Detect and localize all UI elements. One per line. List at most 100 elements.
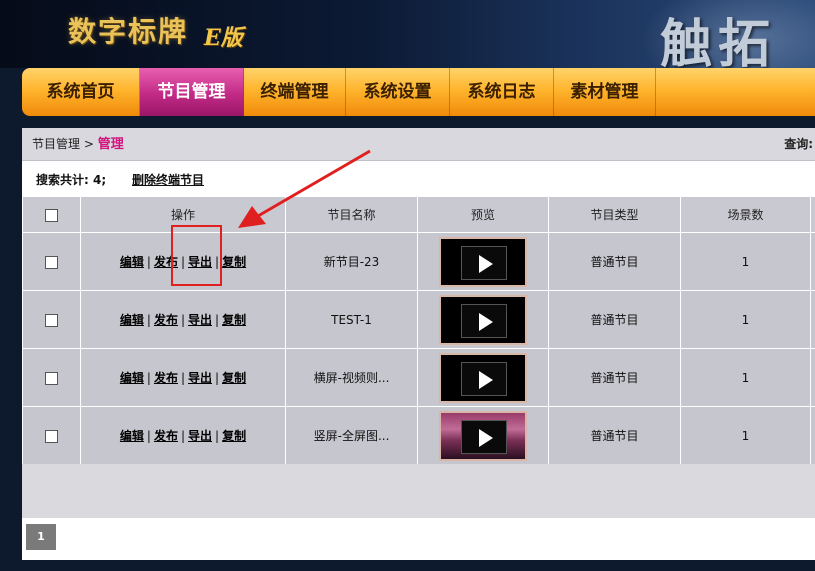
row-checkbox[interactable] bbox=[45, 429, 58, 443]
program-name: 新节目-23 bbox=[285, 232, 418, 291]
table-row: 编辑 | 发布 | 导出 | 复制 新节目-23 普通节目 1 bbox=[22, 232, 815, 291]
ops-separator: | bbox=[180, 313, 186, 327]
main-nav: 系统首页 节目管理 终端管理 系统设置 系统日志 素材管理 bbox=[22, 68, 815, 116]
nav-item-settings[interactable]: 系统设置 bbox=[346, 68, 450, 116]
breadcrumb-bar: 节目管理 > 管理 查询: bbox=[22, 128, 815, 161]
program-name: TEST-1 bbox=[285, 290, 418, 349]
program-table: 操作 节目名称 预览 节目类型 场景数 编辑 | 发布 | 导出 | 复制 新节目-23 普… bbox=[22, 196, 815, 465]
col-header-ops: 操作 bbox=[80, 196, 286, 233]
preview-thumbnail[interactable] bbox=[439, 236, 527, 287]
col-header-name: 节目名称 bbox=[285, 196, 418, 233]
copy-link[interactable]: 复制 bbox=[222, 255, 246, 269]
edit-link[interactable]: 编辑 bbox=[120, 313, 144, 327]
row-select-cell bbox=[22, 406, 81, 465]
play-icon[interactable] bbox=[461, 303, 507, 338]
row-select-cell bbox=[22, 232, 81, 291]
program-name: 横屏-视频则... bbox=[285, 348, 418, 407]
header: 数字标牌 E版 触拓 bbox=[0, 0, 815, 68]
row-checkbox[interactable] bbox=[45, 255, 58, 269]
ops-separator: | bbox=[146, 371, 151, 385]
program-type: 普通节目 bbox=[548, 406, 681, 465]
ops-separator: | bbox=[215, 429, 220, 443]
copy-link[interactable]: 复制 bbox=[222, 429, 246, 443]
table-header-row: 操作 节目名称 预览 节目类型 场景数 bbox=[22, 196, 815, 233]
extra-cell bbox=[810, 406, 815, 465]
ops-separator: | bbox=[215, 255, 220, 269]
copy-link[interactable]: 复制 bbox=[222, 313, 246, 327]
publish-link[interactable]: 发布 bbox=[154, 255, 178, 269]
company-logo: 触拓 bbox=[660, 14, 777, 68]
query-label: 查询: bbox=[784, 137, 813, 151]
preview-cell bbox=[417, 290, 549, 349]
program-name: 竖屏-全屏图... bbox=[285, 406, 418, 465]
program-type: 普通节目 bbox=[548, 232, 681, 291]
nav-item-program[interactable]: 节目管理 bbox=[140, 68, 244, 116]
play-icon[interactable] bbox=[461, 361, 507, 396]
program-type: 普通节目 bbox=[548, 290, 681, 349]
nav-item-home[interactable]: 系统首页 bbox=[22, 68, 140, 116]
table-empty-area bbox=[22, 464, 815, 518]
nav-item-materials[interactable]: 素材管理 bbox=[554, 68, 656, 116]
info-bar: 搜索共计: 4; 删除终端节目 bbox=[22, 164, 815, 196]
extra-cell bbox=[810, 348, 815, 407]
nav-item-terminal[interactable]: 终端管理 bbox=[244, 68, 346, 116]
export-link[interactable]: 导出 bbox=[188, 429, 212, 443]
preview-cell bbox=[417, 406, 549, 465]
breadcrumb-parent[interactable]: 节目管理 bbox=[32, 137, 80, 151]
ops-cell: 编辑 | 发布 | 导出 | 复制 bbox=[80, 232, 286, 291]
ops-cell: 编辑 | 发布 | 导出 | 复制 bbox=[80, 348, 286, 407]
extra-cell bbox=[810, 232, 815, 291]
publish-link[interactable]: 发布 bbox=[154, 371, 178, 385]
preview-thumbnail[interactable] bbox=[439, 294, 527, 345]
preview-cell bbox=[417, 348, 549, 407]
ops-separator: | bbox=[146, 429, 151, 443]
row-select-cell bbox=[22, 290, 81, 349]
publish-link[interactable]: 发布 bbox=[154, 313, 178, 327]
publish-link[interactable]: 发布 bbox=[154, 429, 178, 443]
row-checkbox[interactable] bbox=[45, 313, 58, 327]
row-checkbox[interactable] bbox=[45, 371, 58, 385]
edit-link[interactable]: 编辑 bbox=[120, 371, 144, 385]
breadcrumb-current: 管理 bbox=[97, 137, 124, 152]
row-select-cell bbox=[22, 348, 81, 407]
brand-title: 数字标牌 bbox=[68, 15, 189, 48]
ops-cell: 编辑 | 发布 | 导出 | 复制 bbox=[80, 290, 286, 349]
brand-edition: E版 bbox=[204, 25, 243, 51]
export-link[interactable]: 导出 bbox=[188, 371, 212, 385]
delete-terminal-program-link[interactable]: 删除终端节目 bbox=[132, 164, 204, 196]
breadcrumb: 节目管理 > 管理 bbox=[32, 128, 124, 161]
col-header-scenes: 场景数 bbox=[680, 196, 811, 233]
ops-separator: | bbox=[215, 313, 220, 327]
nav-item-logs[interactable]: 系统日志 bbox=[450, 68, 554, 116]
edit-link[interactable]: 编辑 bbox=[120, 255, 144, 269]
export-link[interactable]: 导出 bbox=[188, 255, 212, 269]
edit-link[interactable]: 编辑 bbox=[120, 429, 144, 443]
copy-link[interactable]: 复制 bbox=[222, 371, 246, 385]
pagination-bar: 1 bbox=[22, 518, 815, 560]
page-button[interactable]: 1 bbox=[26, 524, 56, 550]
ops-separator: | bbox=[146, 255, 151, 269]
ops-separator: | bbox=[180, 429, 186, 443]
scene-count: 1 bbox=[680, 406, 811, 465]
table-row: 编辑 | 发布 | 导出 | 复制 TEST-1 普通节目 1 bbox=[22, 290, 815, 349]
ops-separator: | bbox=[146, 313, 151, 327]
scene-count: 1 bbox=[680, 348, 811, 407]
col-header-extra bbox=[810, 196, 815, 233]
ops-separator: | bbox=[180, 255, 186, 269]
preview-thumbnail[interactable] bbox=[439, 352, 527, 403]
table-row: 编辑 | 发布 | 导出 | 复制 横屏-视频则... 普通节目 1 bbox=[22, 348, 815, 407]
play-icon[interactable] bbox=[461, 245, 507, 280]
ops-separator: | bbox=[180, 371, 186, 385]
table-row: 编辑 | 发布 | 导出 | 复制 竖屏-全屏图... 普通节目 1 bbox=[22, 406, 815, 465]
play-icon[interactable] bbox=[461, 419, 507, 454]
breadcrumb-separator: > bbox=[80, 137, 98, 151]
scene-count: 1 bbox=[680, 290, 811, 349]
scene-count: 1 bbox=[680, 232, 811, 291]
preview-thumbnail[interactable] bbox=[439, 410, 527, 461]
select-all-checkbox[interactable] bbox=[45, 208, 58, 222]
select-all-header bbox=[22, 196, 81, 233]
export-link[interactable]: 导出 bbox=[188, 313, 212, 327]
col-header-type: 节目类型 bbox=[548, 196, 681, 233]
result-count: 搜索共计: 4; bbox=[36, 173, 107, 187]
preview-cell bbox=[417, 232, 549, 291]
